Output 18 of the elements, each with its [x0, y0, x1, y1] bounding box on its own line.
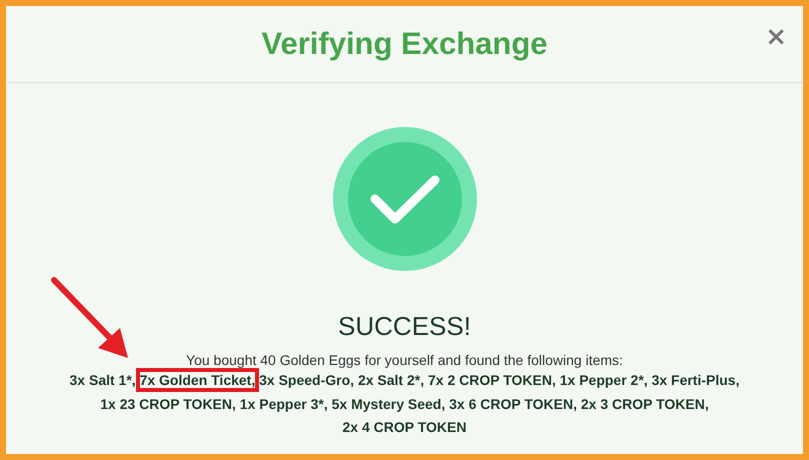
item-text: 3x Ferti-Plus, [652, 372, 740, 388]
item-text: 3x Speed-Gro, [259, 372, 354, 388]
item-text: 2x Salt 2*, [358, 372, 424, 388]
dialog-title: Verifying Exchange [262, 26, 548, 62]
close-button[interactable]: × [763, 24, 789, 50]
arrow-icon [50, 276, 130, 360]
status-heading: SUCCESS! [338, 311, 471, 342]
message-text: You bought 40 Golden Eggs for yourself and found the following items: [186, 352, 623, 368]
checkmark-icon [332, 127, 476, 271]
item-text: 3x Salt 1*, [70, 372, 136, 388]
item-text: 3x 6 CROP TOKEN, [449, 396, 577, 412]
item-text: 5x Mystery Seed, [332, 396, 446, 412]
item-text: 7x 2 CROP TOKEN, [428, 372, 556, 388]
item-text: 1x Pepper 3*, [240, 396, 328, 412]
item-text: 1x 23 CROP TOKEN, [100, 396, 236, 412]
item-text: 2x 4 CROP TOKEN [342, 419, 466, 435]
item-text: 1x Pepper 2*, [560, 372, 648, 388]
item-text: 2x 3 CROP TOKEN, [580, 396, 709, 412]
